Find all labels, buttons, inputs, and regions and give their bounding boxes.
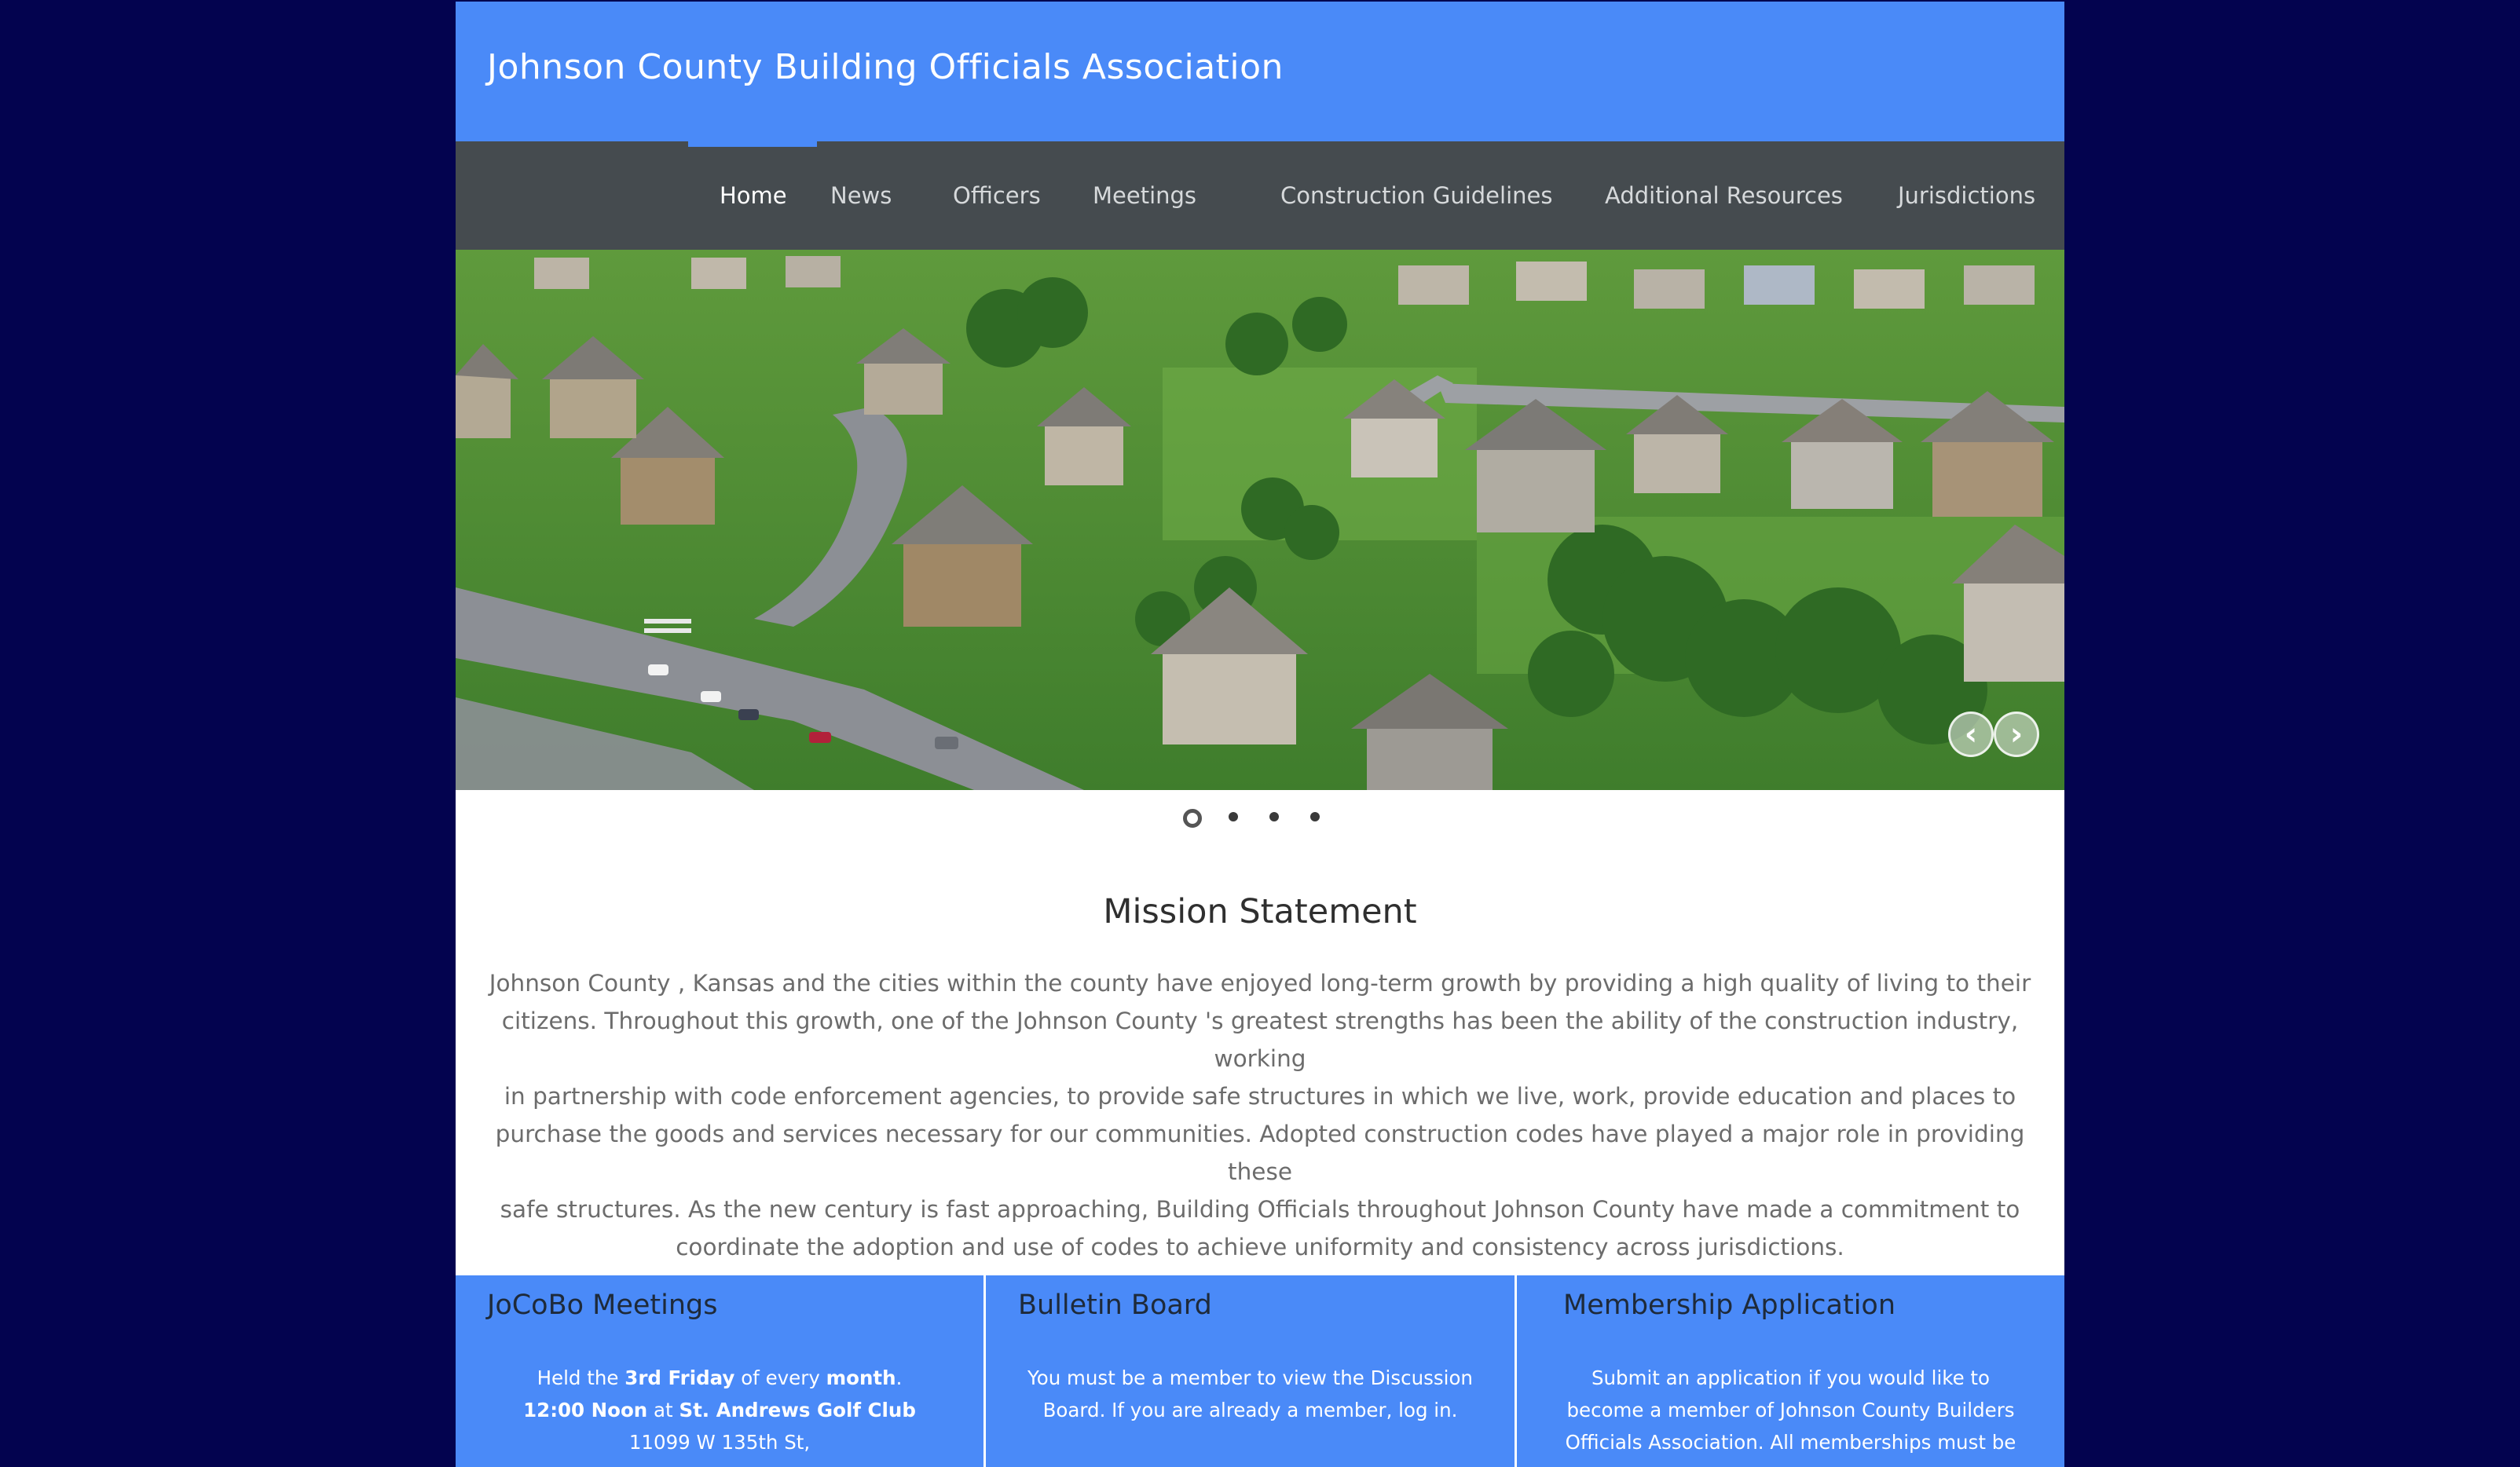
slider-prev-button[interactable]: ‹ <box>1948 712 1994 757</box>
meetings-text: of every <box>734 1366 826 1389</box>
membership-panel-title: Membership Application <box>1563 1290 1896 1321</box>
mission-line: citizens. Throughout this growth, one of… <box>501 1008 2019 1072</box>
slide-dot-2[interactable] <box>1229 812 1238 821</box>
bulletin-panel-body: You must be a member to view the Discuss… <box>986 1362 1515 1426</box>
bulletin-login-link[interactable]: Board. If you are already a member, log … <box>986 1394 1515 1426</box>
nav-item-news[interactable]: News <box>830 141 892 250</box>
meetings-text: Held the <box>537 1366 625 1389</box>
slider-next-button[interactable]: › <box>1994 712 2039 757</box>
meetings-frequency: month <box>826 1366 896 1389</box>
meetings-address: 11099 W 135th St, <box>628 1431 811 1454</box>
mission-line: Johnson County , Kansas and the cities w… <box>489 970 2031 997</box>
page-container: Johnson County Building Officials Associ… <box>456 2 2064 1467</box>
arrow-left-icon: ‹ <box>1964 716 1978 752</box>
meetings-time: 12:00 Noon <box>523 1399 648 1421</box>
nav-item-officers[interactable]: Officers <box>953 141 1041 250</box>
hero-slider[interactable]: ‹ › <box>456 250 2064 790</box>
membership-panel-body: Submit an application if you would like … <box>1517 1362 2064 1458</box>
meetings-venue: St. Andrews Golf Club <box>679 1399 916 1421</box>
membership-line: Officials Association. All memberships m… <box>1565 1431 2016 1454</box>
meetings-schedule: Held the 3rd Friday of every month. <box>456 1362 983 1394</box>
slide-dot-1[interactable] <box>1183 809 1202 828</box>
mission-line: safe structures. As the new century is f… <box>500 1196 2020 1223</box>
meetings-time-location: 12:00 Noon at St. Andrews Golf Club <box>456 1394 983 1426</box>
slider-pagination <box>456 809 2064 832</box>
hero-image <box>456 250 2064 790</box>
site-header: Johnson County Building Officials Associ… <box>456 2 2064 141</box>
nav-item-meetings[interactable]: Meetings <box>1093 141 1196 250</box>
nav-item-additional-resources[interactable]: Additional Resources <box>1605 141 1843 250</box>
info-panels: JoCoBo Meetings Held the 3rd Friday of e… <box>456 1275 2064 1467</box>
slide-dot-3[interactable] <box>1269 812 1279 821</box>
membership-line: become a member of Johnson County Builde… <box>1566 1399 2015 1421</box>
mission-line: purchase the goods and services necessar… <box>495 1121 2025 1185</box>
mission-title: Mission Statement <box>1103 892 1417 931</box>
nav-item-jurisdictions[interactable]: Jurisdictions <box>1898 141 2035 250</box>
meetings-day: 3rd Friday <box>625 1366 735 1389</box>
arrow-right-icon: › <box>2009 716 2024 752</box>
nav-item-construction-guidelines[interactable]: Construction Guidelines <box>1280 141 1552 250</box>
meetings-panel-title: JoCoBo Meetings <box>487 1290 718 1321</box>
membership-line: Submit an application if you would like … <box>1591 1366 1991 1389</box>
bulletin-line: You must be a member to view the Discuss… <box>1027 1366 1473 1389</box>
mission-line: in partnership with code enforcement age… <box>504 1083 2016 1110</box>
bulletin-panel-title: Bulletin Board <box>1018 1290 1212 1321</box>
main-nav: Home News Officers Meetings Construction… <box>456 141 2064 250</box>
site-title[interactable]: Johnson County Building Officials Associ… <box>487 47 1284 87</box>
mission-line: coordinate the adoption and use of codes… <box>676 1234 1844 1260</box>
meetings-text: . <box>896 1366 903 1389</box>
meetings-panel-body: Held the 3rd Friday of every month. 12:0… <box>456 1362 983 1458</box>
meetings-text: at <box>647 1399 679 1421</box>
slide-dot-4[interactable] <box>1310 812 1320 821</box>
mission-text: Johnson County , Kansas and the cities w… <box>462 964 2058 1266</box>
nav-item-home[interactable]: Home <box>720 141 787 250</box>
